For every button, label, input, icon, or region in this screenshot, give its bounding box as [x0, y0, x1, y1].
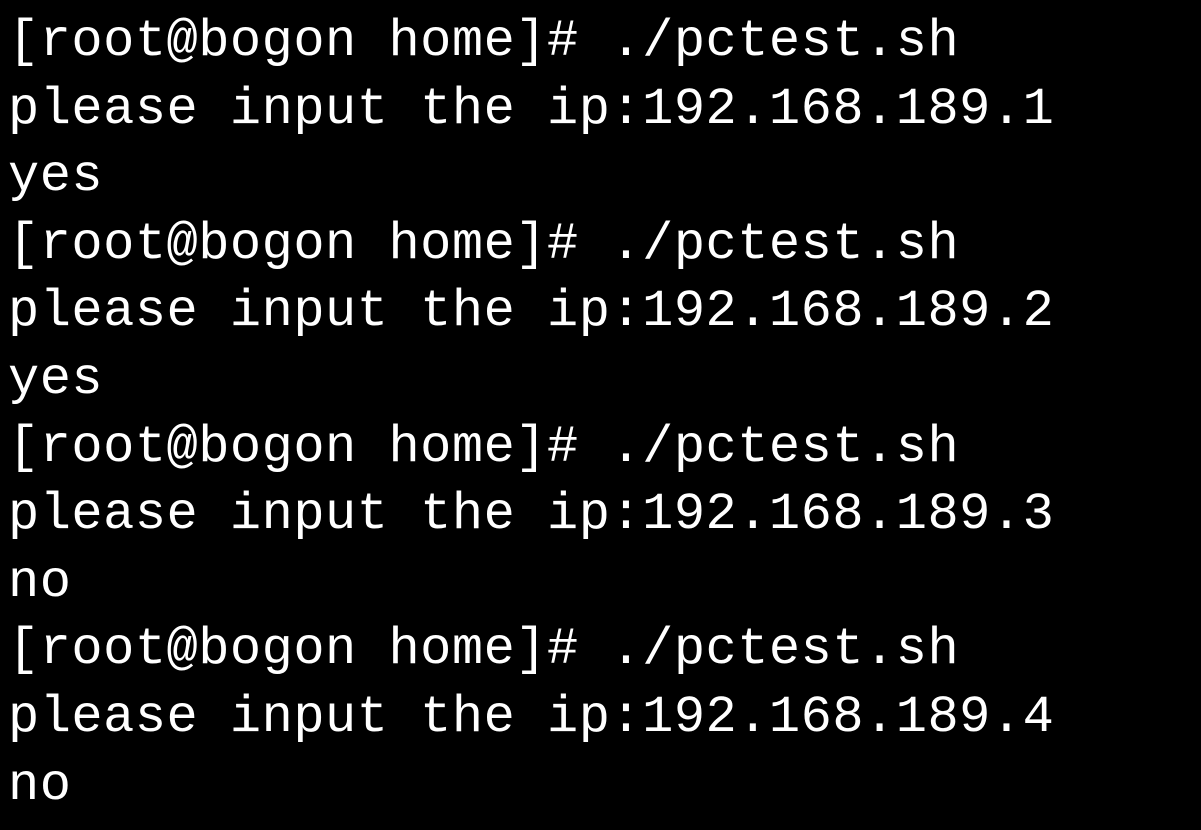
shell-prompt: [root@bogon home]#: [8, 215, 610, 274]
result-line: yes: [8, 143, 1193, 211]
input-value: 192.168.189.4: [642, 688, 1054, 747]
command-line: [root@bogon home]# ./pctest.sh: [8, 414, 1193, 482]
shell-prompt: [root@bogon home]#: [8, 418, 610, 477]
input-value: 192.168.189.3: [642, 485, 1054, 544]
command-line: [root@bogon home]# ./pctest.sh: [8, 616, 1193, 684]
input-label: please input the ip:: [8, 688, 642, 747]
input-line: please input the ip:192.168.189.3: [8, 481, 1193, 549]
input-line: please input the ip:192.168.189.2: [8, 278, 1193, 346]
input-value: 192.168.189.2: [642, 282, 1054, 341]
shell-prompt: [root@bogon home]#: [8, 12, 610, 71]
input-label: please input the ip:: [8, 485, 642, 544]
command-text: ./pctest.sh: [610, 215, 959, 274]
input-label: please input the ip:: [8, 282, 642, 341]
input-value: 192.168.189.1: [642, 80, 1054, 139]
command-line: [root@bogon home]# ./pctest.sh: [8, 8, 1193, 76]
command-text: ./pctest.sh: [610, 12, 959, 71]
shell-prompt: [root@bogon home]#: [8, 620, 610, 679]
input-label: please input the ip:: [8, 80, 642, 139]
command-text: ./pctest.sh: [610, 620, 959, 679]
result-line: no: [8, 549, 1193, 617]
result-line: no: [8, 752, 1193, 820]
input-line: please input the ip:192.168.189.4: [8, 684, 1193, 752]
terminal-output[interactable]: [root@bogon home]# ./pctest.sh please in…: [8, 8, 1193, 819]
result-line: yes: [8, 346, 1193, 414]
command-line: [root@bogon home]# ./pctest.sh: [8, 211, 1193, 279]
command-text: ./pctest.sh: [610, 418, 959, 477]
input-line: please input the ip:192.168.189.1: [8, 76, 1193, 144]
